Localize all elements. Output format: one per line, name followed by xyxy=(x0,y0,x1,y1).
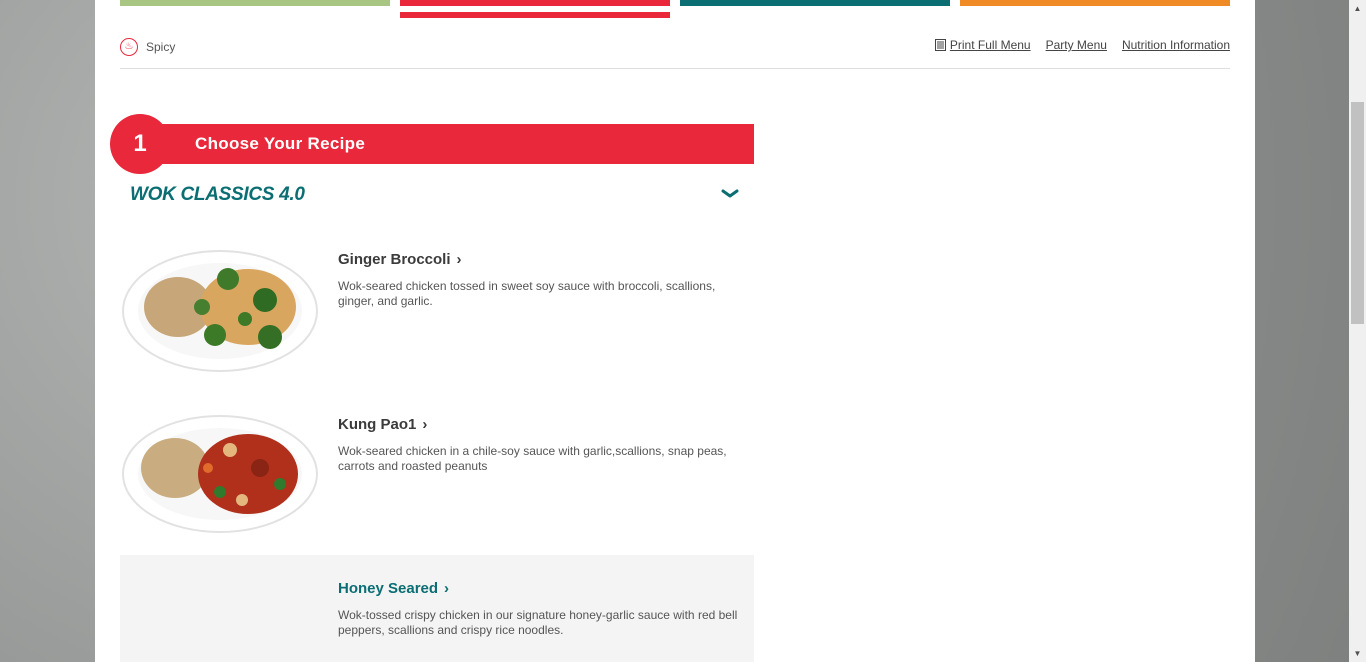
item-description: Wok-seared chicken in a chile-soy sauce … xyxy=(338,444,727,473)
item-text: Ginger Broccoli › Wok-seared chicken tos… xyxy=(338,251,738,309)
spicy-label: Spicy xyxy=(146,40,176,54)
category-tab-red[interactable] xyxy=(400,0,670,6)
chevron-right-icon: › xyxy=(422,416,428,433)
utility-bar: ♨ Spicy Print Full Menu Party Menu Nutri… xyxy=(120,34,1230,69)
category-tab-orange[interactable] xyxy=(960,0,1230,6)
item-name: Kung Pao1 xyxy=(338,416,417,433)
item-name-link[interactable]: Ginger Broccoli › xyxy=(338,251,462,268)
step-header: Choose Your Recipe xyxy=(120,124,754,164)
party-menu-link[interactable]: Party Menu xyxy=(1046,38,1107,52)
menu-item[interactable]: Kung Pao1 › Wok-seared chicken in a chil… xyxy=(120,410,754,550)
step-number-badge: 1 xyxy=(110,114,170,174)
item-description: Wok-tossed crispy chicken in our signatu… xyxy=(338,608,738,637)
category-accordion-header[interactable]: WOK CLASSICS 4.0 xyxy=(130,184,740,210)
spicy-legend: ♨ Spicy xyxy=(120,38,175,56)
item-name-link[interactable]: Honey Seared › xyxy=(338,580,449,597)
category-tab-green[interactable] xyxy=(120,0,390,6)
item-text: Kung Pao1 › Wok-seared chicken in a chil… xyxy=(338,416,738,474)
print-full-menu-label: Print Full Menu xyxy=(949,38,1031,52)
scroll-down-icon[interactable]: ▼ xyxy=(1349,645,1366,662)
utility-links: Print Full Menu Party Menu Nutrition Inf… xyxy=(934,38,1230,52)
step-title: Choose Your Recipe xyxy=(195,134,366,153)
print-full-menu-link[interactable]: Print Full Menu xyxy=(934,38,1031,52)
item-name: Honey Seared xyxy=(338,580,439,597)
menu-item-highlighted[interactable]: Honey Seared › Wok-tossed crispy chicken… xyxy=(120,555,754,662)
flame-icon: ♨ xyxy=(120,38,138,56)
active-tab-indicator xyxy=(400,12,670,18)
kung-pao-image[interactable] xyxy=(120,410,320,540)
chevron-right-icon: › xyxy=(444,580,450,597)
menu-item[interactable]: Ginger Broccoli › Wok-seared chicken tos… xyxy=(120,245,754,385)
item-text: Honey Seared › Wok-tossed crispy chicken… xyxy=(338,580,738,638)
vertical-scrollbar[interactable]: ▲ ▼ xyxy=(1349,0,1366,662)
page-content: ♨ Spicy Print Full Menu Party Menu Nutri… xyxy=(95,0,1255,662)
item-name: Ginger Broccoli xyxy=(338,251,451,268)
scroll-up-icon[interactable]: ▲ xyxy=(1349,0,1366,17)
category-title: WOK CLASSICS 4.0 xyxy=(130,184,305,205)
chevron-right-icon: › xyxy=(456,251,462,268)
category-tab-teal[interactable] xyxy=(680,0,950,6)
item-name-link[interactable]: Kung Pao1 › xyxy=(338,416,427,433)
nutrition-information-link[interactable]: Nutrition Information xyxy=(1122,38,1230,52)
document-icon xyxy=(934,39,946,51)
item-description: Wok-seared chicken tossed in sweet soy s… xyxy=(338,279,716,308)
chevron-down-icon[interactable] xyxy=(720,184,740,204)
ginger-broccoli-image[interactable] xyxy=(120,245,320,375)
scrollbar-thumb[interactable] xyxy=(1351,102,1364,324)
